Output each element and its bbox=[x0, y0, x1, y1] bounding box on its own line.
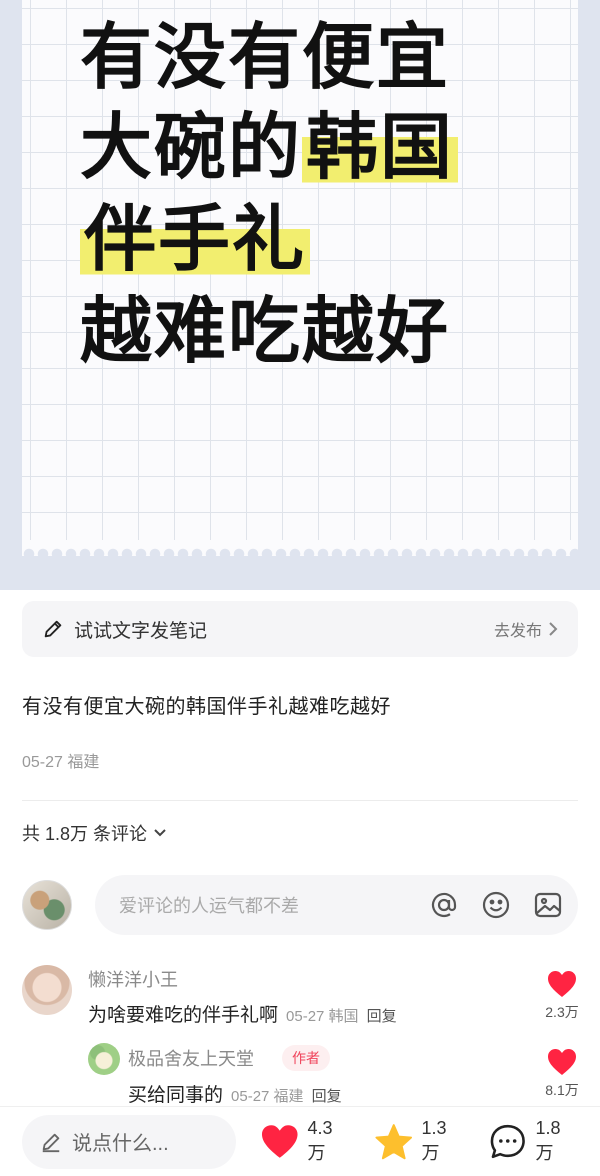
reply-button[interactable]: 回复 bbox=[312, 1085, 342, 1106]
image-icon[interactable] bbox=[532, 889, 564, 921]
comment-text-row[interactable]: 买给同事的 05-27 福建 回复 bbox=[128, 1080, 342, 1107]
comment-like-button[interactable]: 8.1万 bbox=[542, 1048, 582, 1100]
cover-text-line-3: 伴手礼 bbox=[80, 196, 311, 282]
comment-input-placeholder: 爱评论的人运气都不差 bbox=[119, 896, 299, 916]
comment-text: 买给同事的 bbox=[128, 1085, 224, 1106]
cover-text-line-1: 有没有便宜 bbox=[80, 15, 451, 99]
chevron-right-icon bbox=[549, 622, 558, 636]
comment-like-count: 8.1万 bbox=[545, 1082, 579, 1098]
pencil-icon bbox=[44, 620, 62, 638]
star-icon bbox=[375, 1123, 413, 1159]
try-text-note-label: 试试文字发笔记 bbox=[74, 620, 208, 642]
say-something-placeholder: 说点什么... bbox=[72, 1133, 169, 1155]
reply-avatar[interactable] bbox=[88, 1043, 120, 1075]
commenter-name[interactable]: 懒洋洋小王 bbox=[88, 966, 178, 992]
post-date-location: 05-27 福建 bbox=[22, 754, 100, 771]
chevron-down-icon bbox=[154, 829, 166, 837]
heart-icon bbox=[548, 1049, 576, 1075]
comment-count-label: 共 1.8万 条评论 bbox=[22, 824, 148, 844]
comment-button[interactable]: 1.8万 bbox=[488, 1118, 578, 1165]
go-publish-label: 去发布 bbox=[493, 623, 542, 640]
emoji-icon[interactable] bbox=[480, 889, 512, 921]
cover-text-highlight: 伴手礼 bbox=[80, 197, 311, 281]
comment-input[interactable]: 爱评论的人运气都不差 bbox=[95, 875, 578, 935]
comment-count-sort[interactable]: 共 1.8万 条评论 bbox=[22, 820, 167, 846]
try-text-note-bar[interactable]: 试试文字发笔记 去发布 bbox=[22, 601, 578, 657]
cover-text-highlight: 韩国 bbox=[302, 105, 459, 189]
heart-icon bbox=[548, 971, 576, 997]
heart-icon bbox=[261, 1124, 298, 1158]
comment-date-location: 05-27 韩国 bbox=[286, 1008, 359, 1025]
comment-text: 为啥要难吃的伴手礼啊 bbox=[88, 1005, 279, 1026]
pencil-icon bbox=[42, 1133, 60, 1152]
comment-like-button[interactable]: 2.3万 bbox=[542, 970, 582, 1022]
cover-text-line-2: 大碗的韩国 bbox=[80, 104, 459, 190]
comment-like-count: 2.3万 bbox=[545, 1004, 579, 1020]
comment-bubble-icon bbox=[490, 1124, 525, 1158]
comment-text-row[interactable]: 为啥要难吃的伴手礼啊 05-27 韩国 回复 bbox=[88, 1000, 397, 1027]
go-publish-link[interactable]: 去发布 bbox=[494, 617, 558, 641]
mention-icon[interactable] bbox=[428, 889, 460, 921]
cover-text-line-4: 越难吃越好 bbox=[80, 289, 451, 373]
divider bbox=[22, 800, 578, 801]
bottom-action-bar: 说点什么... 4.3万 1.3万 1.8万 bbox=[0, 1106, 600, 1176]
commenter-name[interactable]: 极品舍友上天堂 bbox=[128, 1045, 254, 1071]
note-cover-image[interactable]: 有没有便宜 大碗的韩国 伴手礼 越难吃越好 bbox=[0, 0, 600, 590]
post-title: 有没有便宜大碗的韩国伴手礼越难吃越好 bbox=[22, 696, 391, 718]
comment-count: 1.8万 bbox=[535, 1118, 561, 1163]
reply-button[interactable]: 回复 bbox=[367, 1005, 397, 1026]
like-button[interactable]: 4.3万 bbox=[260, 1118, 350, 1165]
author-badge: 作者 bbox=[282, 1045, 330, 1071]
commenter-avatar[interactable] bbox=[22, 965, 72, 1015]
say-something-input[interactable]: 说点什么... bbox=[22, 1114, 236, 1169]
collect-count: 1.3万 bbox=[421, 1118, 447, 1163]
cover-text-plain: 大碗的 bbox=[80, 105, 303, 189]
collect-button[interactable]: 1.3万 bbox=[374, 1118, 464, 1165]
comment-date-location: 05-27 福建 bbox=[231, 1088, 304, 1105]
like-count: 4.3万 bbox=[307, 1118, 333, 1163]
torn-paper-edge bbox=[22, 540, 578, 556]
my-avatar[interactable] bbox=[22, 880, 72, 930]
